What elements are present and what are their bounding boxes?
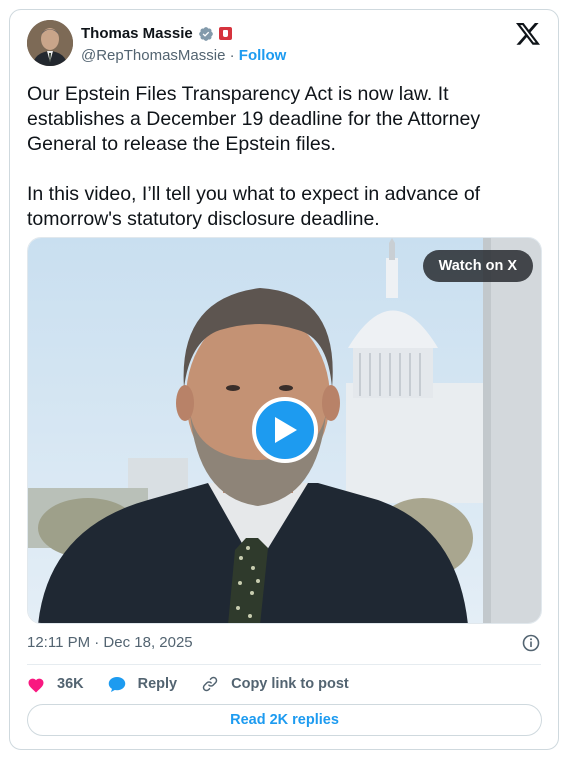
reply-icon (108, 676, 125, 692)
verified-badge-icon (198, 26, 214, 42)
handle-separator: · (229, 47, 239, 64)
reply-button[interactable]: Reply (108, 676, 178, 693)
post-text: Our Epstein Files Transparency Act is no… (27, 83, 481, 230)
copy-link-label: Copy link to post (231, 676, 349, 692)
avatar[interactable] (27, 20, 73, 66)
reply-label: Reply (137, 676, 178, 692)
read-replies-button[interactable]: Read 2K replies (27, 704, 542, 736)
link-icon (202, 676, 218, 692)
author-name-row: Thomas Massie (81, 25, 232, 42)
play-button[interactable] (252, 397, 318, 463)
info-icon[interactable] (522, 634, 540, 652)
play-icon (275, 417, 297, 443)
heart-icon (28, 678, 44, 692)
video-player[interactable]: Watch on X (27, 237, 542, 624)
affiliation-badge-icon (218, 27, 232, 40)
divider (27, 664, 541, 665)
embedded-post-card: Thomas Massie @RepThomasMassie · Follow … (9, 9, 559, 750)
x-logo-icon[interactable] (516, 23, 540, 45)
follow-link[interactable]: Follow (239, 47, 287, 64)
like-button[interactable]: 36K (27, 676, 84, 693)
author-handle-row: @RepThomasMassie · Follow (81, 47, 286, 64)
author-handle[interactable]: @RepThomasMassie (81, 47, 225, 64)
copy-link-button[interactable]: Copy link to post (201, 675, 349, 693)
action-bar: 36K Reply Copy link to post (27, 674, 373, 694)
like-count: 36K (57, 676, 84, 692)
author-name[interactable]: Thomas Massie (81, 25, 193, 42)
post-timestamp[interactable]: 12:11 PM · Dec 18, 2025 (27, 634, 193, 651)
watch-on-x-button[interactable]: Watch on X (422, 250, 533, 282)
